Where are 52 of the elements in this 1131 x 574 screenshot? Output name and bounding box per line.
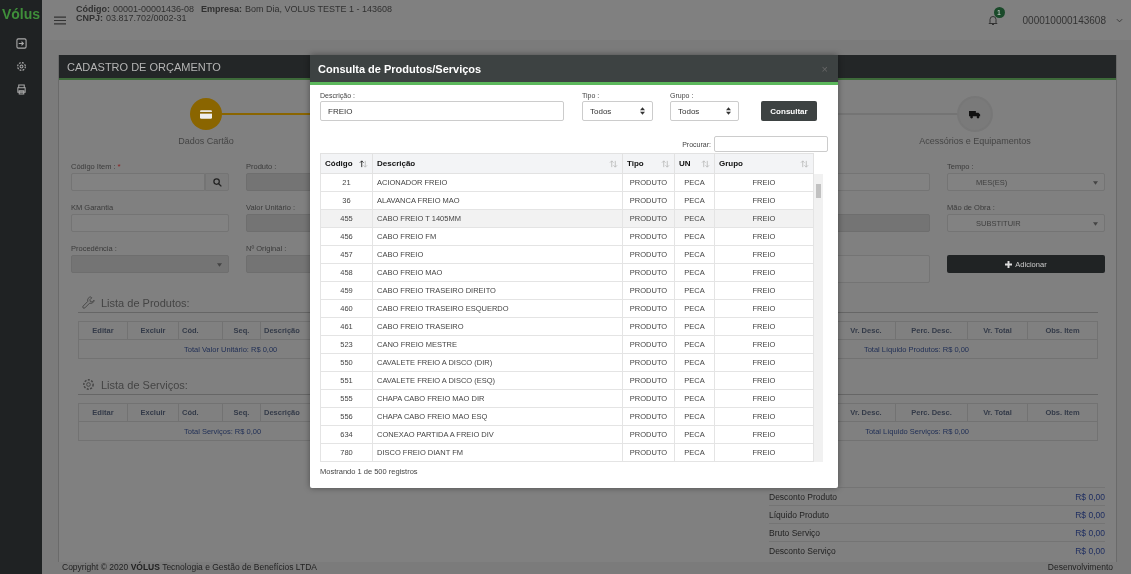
chevron-down-icon[interactable] (1116, 17, 1123, 23)
column-header[interactable]: Código (320, 153, 373, 174)
caret-icon (217, 263, 222, 267)
notification-icon[interactable] (986, 14, 999, 26)
select-field[interactable] (71, 255, 229, 273)
updown-caret-icon (640, 107, 645, 115)
search-field[interactable] (714, 136, 828, 152)
wrench-icon (82, 296, 95, 309)
caret-icon (1093, 222, 1098, 226)
settings-icon[interactable] (15, 61, 27, 72)
copyright-text: Copyright © 2020 VÓLUS Tecnologia e Gestão de Benefícios LTDA (62, 562, 317, 572)
select-field[interactable]: Todos (582, 101, 653, 121)
summary-label: Desconto Produto (769, 491, 838, 502)
caret-icon (1093, 181, 1098, 185)
step-circle[interactable] (190, 98, 222, 130)
cnpj-label: CNPJ: (76, 14, 103, 23)
column-header[interactable]: Grupo (714, 153, 814, 174)
summary-value: R$ 0,00 (1075, 491, 1105, 502)
search-icon (212, 177, 222, 187)
summary-label: Desconto Serviço (769, 545, 836, 556)
menu-icon[interactable] (54, 15, 66, 25)
column-header[interactable]: UN (674, 153, 715, 174)
login-icon[interactable] (15, 38, 27, 49)
code-value: 00001-00001436-08 (113, 5, 195, 14)
list-title: Lista de Produtos: (101, 296, 190, 309)
column-header[interactable]: Descrição (372, 153, 623, 174)
page-title: CADASTRO DE ORÇAMENTO (67, 60, 221, 73)
input-field[interactable]: FREIO (320, 101, 564, 121)
logo: Vólus (1, 6, 41, 22)
plus-icon (1005, 260, 1013, 268)
step-circle[interactable] (959, 98, 991, 130)
summary-value: R$ 0,00 (1075, 545, 1105, 556)
required-mark: * (117, 162, 121, 171)
search-button[interactable] (205, 173, 229, 191)
modal-title: Consulta de Produtos/Serviços (318, 62, 483, 75)
summary-value: R$ 0,00 (1075, 527, 1105, 538)
settings-icon (82, 378, 95, 391)
footer-text: Desenvolvimento (1047, 562, 1113, 572)
cnpj-value: 03.817.702/0002-31 (106, 14, 187, 23)
list-title: Lista de Serviços: (101, 378, 188, 391)
company-label: Empresa: (201, 5, 243, 14)
scrollbar[interactable] (814, 174, 823, 462)
summary-label: Líquido Produto (769, 509, 830, 520)
consult-button[interactable]: Consultar (761, 101, 817, 121)
printer-icon[interactable] (15, 84, 27, 95)
updown-caret-icon (726, 107, 731, 115)
column-header[interactable]: Tipo (622, 153, 675, 174)
select-field[interactable]: Todos (670, 101, 739, 121)
summary-label: Bruto Serviço (769, 527, 821, 538)
code-label: Código: (76, 5, 110, 14)
company-value: Bom Dia, VOLUS TESTE 1 - 143608 (245, 5, 392, 14)
summary-value: R$ 0,00 (1075, 509, 1105, 520)
